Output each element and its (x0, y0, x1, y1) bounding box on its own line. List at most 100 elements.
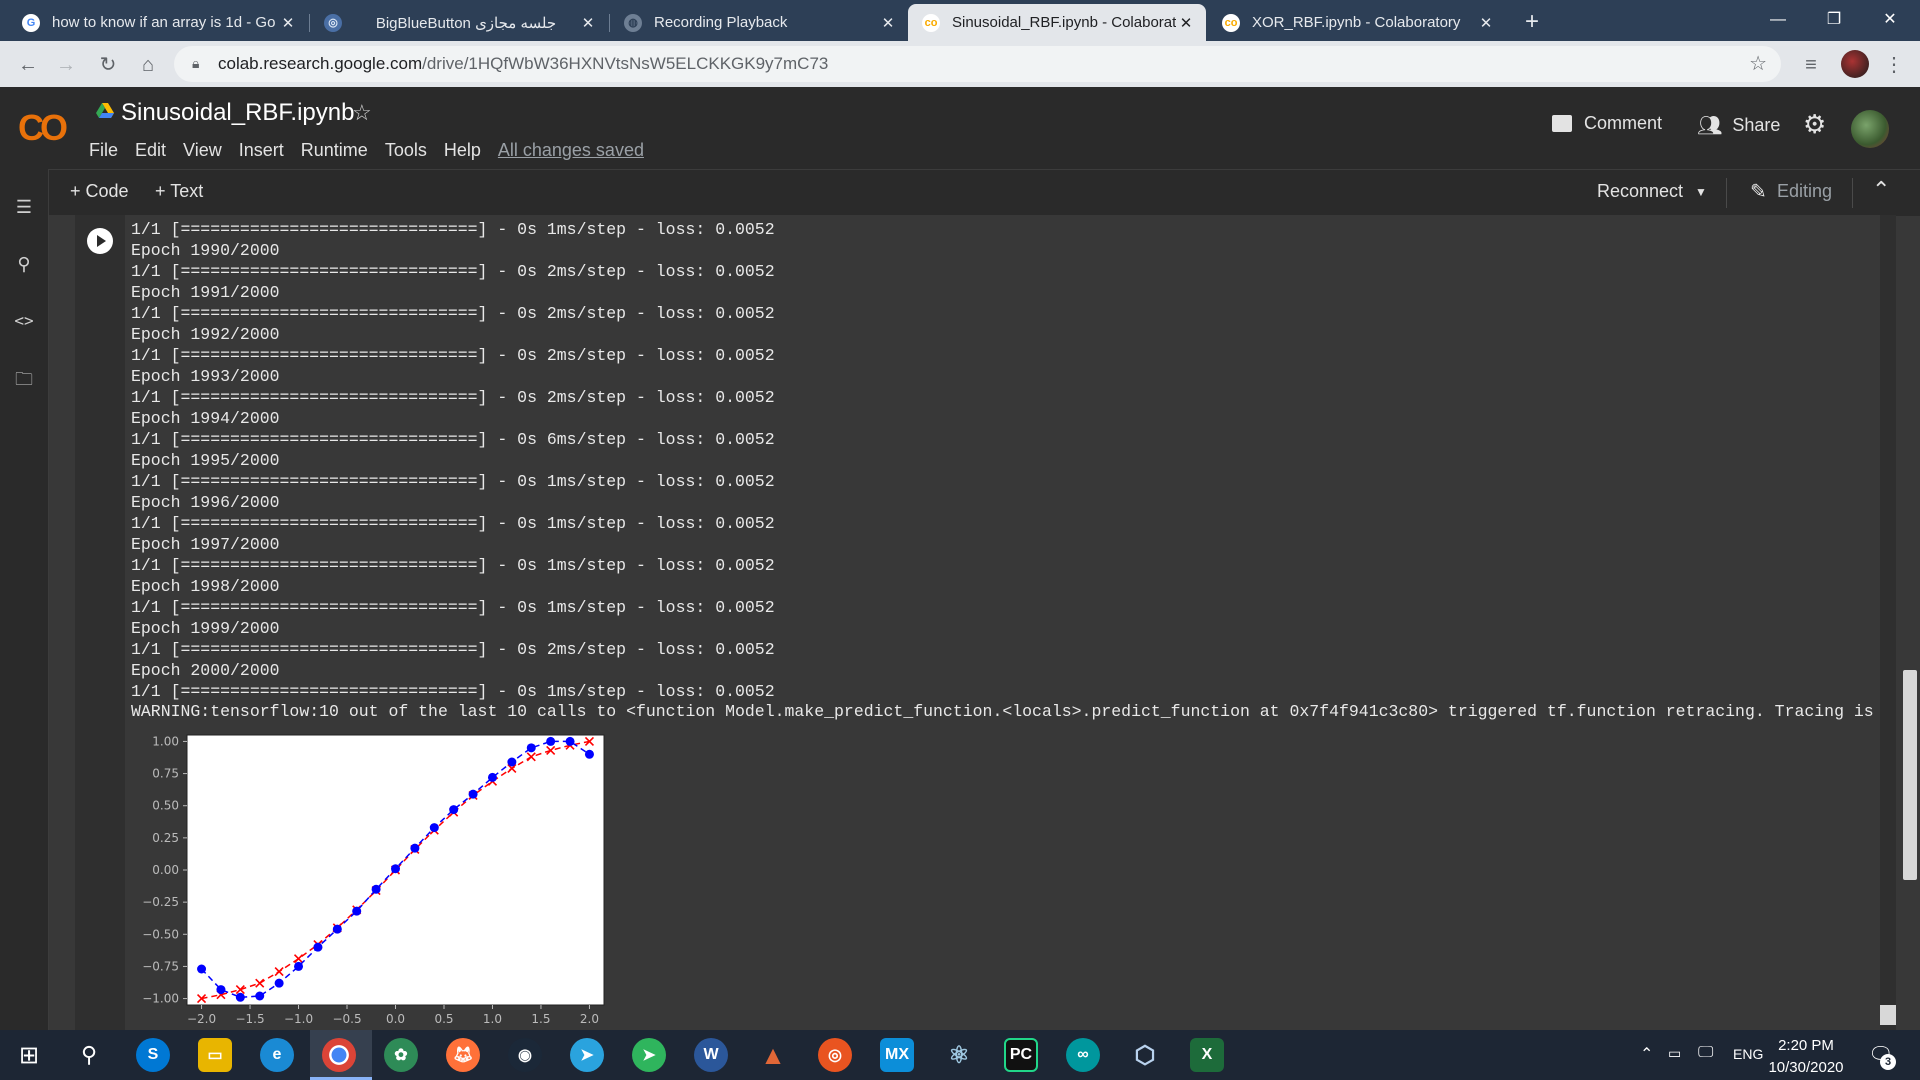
virtualbox-icon[interactable]: ⬡ (1128, 1038, 1162, 1072)
home-icon[interactable]: ⌂ (134, 51, 162, 79)
notebook-title[interactable]: Sinusoidal_RBF.ipynb (121, 99, 354, 127)
colab-logo[interactable]: CO (18, 107, 68, 149)
close-tab-icon[interactable]: ✕ (878, 14, 898, 32)
minimize-window-button[interactable]: — (1750, 0, 1806, 40)
bigbluebutton-icon: ◎ (324, 13, 342, 32)
gear-icon[interactable]: ⚙ (1803, 109, 1826, 140)
data-point (255, 991, 265, 1001)
chevron-down-icon[interactable]: ▼ (1695, 185, 1707, 199)
url-text[interactable]: colab.research.google.com/drive/1HQfWbW3… (218, 54, 828, 74)
profile-avatar[interactable] (1841, 50, 1869, 78)
firefox-icon[interactable]: 🦊︎ (446, 1038, 480, 1072)
output-scrollbar-thumb[interactable] (1880, 1005, 1896, 1025)
address-bar[interactable]: 🔒︎ colab.research.google.com/drive/1HQfW… (174, 46, 1781, 82)
x-tick-label: 0.5 (434, 1012, 453, 1025)
log-line: Epoch 1992/2000 (131, 325, 280, 344)
forward-arrow-icon[interactable]: → (52, 51, 80, 79)
menu-tools[interactable]: Tools (385, 140, 427, 161)
close-tab-icon[interactable]: ✕ (578, 14, 598, 32)
output-scrollbar[interactable] (1880, 215, 1896, 1030)
tab-title: Sinusoidal_RBF.ipynb - Colaborat (952, 14, 1176, 31)
menu-view[interactable]: View (183, 140, 222, 161)
excel-icon[interactable]: X (1190, 1038, 1224, 1072)
system-clock[interactable]: 2:20 PM 10/30/2020 (1758, 1035, 1854, 1079)
tab-title: XOR_RBF.ipynb - Colaboratory (1252, 14, 1461, 31)
battery-icon[interactable]: ▭ (1668, 1045, 1681, 1062)
search-icon[interactable]: ⚲ (12, 252, 36, 276)
browser-tab[interactable]: co XOR_RBF.ipynb - Colaboratory ✕ (1208, 4, 1506, 41)
menu-insert[interactable]: Insert (239, 140, 284, 161)
reconnect-button[interactable]: Reconnect (1597, 181, 1683, 202)
data-point (526, 743, 536, 753)
comment-button[interactable]: Comment (1552, 113, 1662, 134)
run-cell-button[interactable] (87, 228, 113, 254)
close-tab-icon[interactable]: ✕ (1476, 14, 1496, 32)
messenger-icon[interactable]: ➤ (632, 1038, 666, 1072)
y-tick-label: 0.75 (152, 767, 179, 781)
chrome-icon[interactable] (322, 1038, 356, 1072)
reading-list-icon[interactable]: ≡ (1797, 51, 1825, 79)
show-hidden-icons-chevron[interactable]: ⌃ (1640, 1044, 1653, 1064)
bookmark-star-icon[interactable]: ☆ (1749, 51, 1767, 76)
word-icon[interactable]: W (694, 1038, 728, 1072)
data-point (410, 843, 420, 853)
maps-app-icon[interactable]: ✿ (384, 1038, 418, 1072)
network-icon[interactable]: 🖵︎ (1698, 1044, 1713, 1062)
folder-icon[interactable]: 🗀︎ (12, 367, 36, 391)
save-status[interactable]: All changes saved (498, 140, 644, 161)
new-tab-button[interactable]: + (1518, 8, 1546, 36)
menu-file[interactable]: File (89, 140, 118, 161)
matlab-icon[interactable]: ▲ (756, 1038, 790, 1072)
data-point (294, 961, 304, 971)
browser-menu-icon[interactable]: ⋮ (1880, 51, 1908, 79)
tab-title: Recording Playback (654, 14, 788, 31)
log-line: 1/1 [==============================] - 0… (131, 514, 775, 533)
menu-edit[interactable]: Edit (135, 140, 166, 161)
close-window-button[interactable]: ✕ (1862, 0, 1918, 40)
mx-player-icon[interactable]: MX (880, 1038, 914, 1072)
log-line: 1/1 [==============================] - 0… (131, 262, 775, 281)
x-tick-label: −0.5 (332, 1012, 361, 1025)
code-snippets-icon[interactable]: <> (12, 309, 36, 333)
arduino-icon[interactable]: ∞ (1066, 1038, 1100, 1072)
chevron-up-icon[interactable]: ⌃ (1872, 177, 1890, 203)
log-line: 1/1 [==============================] - 0… (131, 682, 775, 701)
people-icon: 👥︎ (1697, 115, 1723, 137)
add-text-button[interactable]: + Text (155, 181, 203, 202)
add-code-button[interactable]: + Code (70, 181, 129, 202)
browser-tab[interactable]: G how to know if an array is 1d - Go ✕ (8, 4, 308, 41)
close-tab-icon[interactable]: ✕ (278, 14, 298, 32)
atom-icon[interactable]: ⚛ (942, 1038, 976, 1072)
file-explorer-icon[interactable]: ▭ (198, 1038, 232, 1072)
y-tick-label: −0.50 (142, 927, 179, 941)
browser-tab-active[interactable]: co Sinusoidal_RBF.ipynb - Colaborat ✕ (908, 4, 1206, 41)
ubuntu-icon[interactable]: ◎ (818, 1038, 852, 1072)
restore-window-button[interactable]: ❐ (1806, 0, 1862, 40)
lock-icon: 🔒︎ (192, 55, 200, 71)
log-line: Epoch 1993/2000 (131, 367, 280, 386)
star-notebook-icon[interactable]: ☆ (352, 100, 372, 126)
menu-runtime[interactable]: Runtime (301, 140, 368, 161)
close-tab-icon[interactable]: ✕ (1176, 14, 1196, 32)
steam-icon[interactable]: ◉ (508, 1038, 542, 1072)
share-button[interactable]: 👥︎ Share (1697, 113, 1780, 138)
pycharm-icon[interactable]: PC (1004, 1038, 1038, 1072)
skype-icon[interactable]: S (136, 1038, 170, 1072)
table-of-contents-icon[interactable]: ☰ (12, 195, 36, 219)
training-log: 1/1 [==============================] - 0… (131, 219, 775, 702)
browser-tab[interactable]: ◎ BigBlueButton جلسه مجازی ✕ (310, 4, 608, 41)
search-icon[interactable]: ⚲ (72, 1038, 106, 1072)
account-avatar[interactable] (1851, 110, 1889, 148)
back-arrow-icon[interactable]: ← (14, 51, 42, 79)
menu-help[interactable]: Help (444, 140, 481, 161)
page-scrollbar-thumb[interactable] (1903, 670, 1917, 880)
comment-label: Comment (1584, 113, 1663, 133)
log-line: Epoch 1999/2000 (131, 619, 280, 638)
telegram-icon[interactable]: ➤ (570, 1038, 604, 1072)
browser-tab[interactable]: ◍ Recording Playback ✕ (610, 4, 908, 41)
windows-start-icon[interactable]: ⊞ (12, 1038, 46, 1072)
edge-icon[interactable]: e (260, 1038, 294, 1072)
editing-mode-label[interactable]: Editing (1777, 181, 1832, 202)
menu-bar: File Edit View Insert Runtime Tools Help… (89, 140, 661, 161)
reload-icon[interactable]: ↻ (94, 51, 122, 79)
